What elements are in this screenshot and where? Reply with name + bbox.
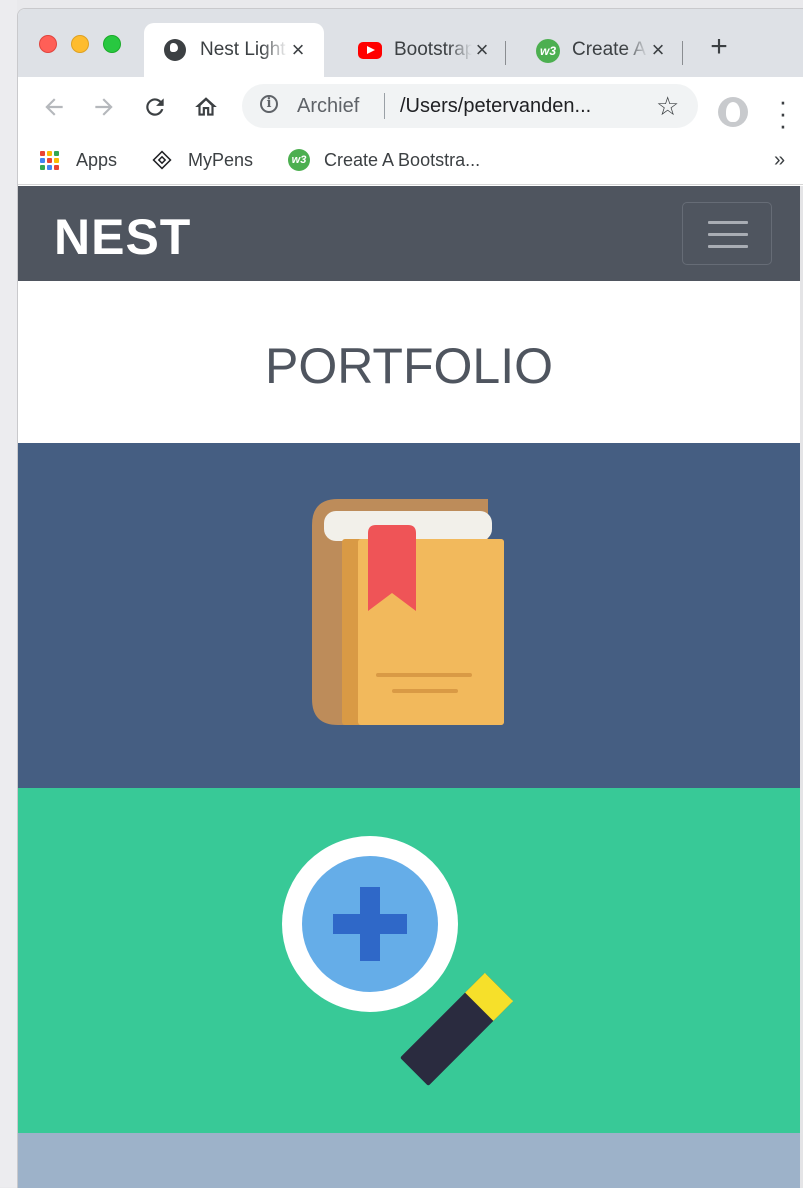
tab-nest-light[interactable]: Nest Light × (144, 23, 324, 77)
home-button[interactable] (190, 91, 222, 123)
page-title: PORTFOLIO (264, 338, 553, 394)
reload-icon (146, 98, 164, 116)
bookmark-star-icon[interactable]: ☆ (656, 91, 679, 122)
reload-button[interactable] (139, 91, 171, 123)
site-navbar: NEST (18, 186, 800, 281)
portfolio-item-zoom[interactable] (18, 788, 800, 1133)
codepen-icon (152, 149, 174, 171)
bookmark-create-a-bootstrap[interactable]: w3 Create A Bootstra... (288, 147, 480, 173)
maximize-window-button[interactable] (103, 35, 121, 53)
globe-icon (164, 39, 186, 61)
portfolio-item-book[interactable] (18, 443, 800, 788)
w3schools-icon: w3 (536, 39, 560, 63)
tab-separator (682, 41, 683, 65)
hamburger-line (708, 233, 748, 236)
bookmark-mypens[interactable]: MyPens (152, 147, 253, 173)
address-scheme-label: Archief (297, 95, 360, 117)
tab-close-icon[interactable]: × (472, 39, 492, 61)
address-bar[interactable]: i Archief /Users/petervanden... ☆ (242, 84, 698, 128)
forward-button[interactable] (88, 91, 120, 123)
apps-grid-icon (40, 149, 62, 171)
tab-close-icon[interactable]: × (648, 39, 668, 61)
tab-bootstrap[interactable]: Bootstrap × (338, 23, 508, 77)
close-window-button[interactable] (39, 35, 57, 53)
book-icon (312, 499, 504, 725)
page-viewport: NEST PORTFOLIO (18, 186, 803, 1188)
w3schools-icon: w3 (288, 149, 310, 171)
tab-title: Bootstrap (394, 39, 472, 60)
tab-separator (505, 41, 506, 65)
bookmark-apps[interactable]: Apps (40, 147, 117, 173)
youtube-icon (358, 39, 382, 61)
tab-close-icon[interactable]: × (288, 39, 308, 61)
info-icon[interactable]: i (260, 95, 278, 113)
back-button[interactable] (38, 91, 70, 123)
desktop-background (0, 0, 17, 1187)
address-separator (384, 93, 385, 119)
portfolio-item-next[interactable] (18, 1133, 800, 1188)
tab-strip: Nest Light × Bootstrap × w3 Create A × + (18, 9, 803, 77)
bookmark-label: Create A Bootstra... (324, 149, 481, 170)
portfolio-heading-section: PORTFOLIO (18, 281, 800, 443)
profile-avatar-icon[interactable] (718, 97, 748, 127)
new-tab-button[interactable]: + (706, 32, 732, 62)
tab-title: Nest Light (200, 39, 286, 60)
bookmarks-overflow-icon[interactable]: » (774, 149, 785, 172)
magnifier-plus-icon (282, 836, 514, 1086)
bookmark-label: MyPens (188, 149, 254, 170)
tab-title: Create A (572, 39, 646, 60)
bookmark-label: Apps (76, 149, 118, 170)
hamburger-line (708, 245, 748, 248)
arrow-left-icon (45, 98, 63, 116)
browser-menu-icon[interactable]: · · · (778, 88, 788, 138)
hamburger-icon (708, 221, 748, 224)
minimize-window-button[interactable] (71, 35, 89, 53)
arrow-right-icon (95, 98, 113, 116)
brand-logo[interactable]: NEST (54, 208, 191, 266)
tab-create-a[interactable]: w3 Create A × (516, 23, 684, 77)
navbar-toggler-button[interactable] (682, 202, 772, 265)
browser-window: Nest Light × Bootstrap × w3 Create A × + (17, 8, 803, 1188)
bookmarks-bar: Apps MyPens w3 Create A Bootstra... » (18, 137, 803, 185)
address-url[interactable]: /Users/petervanden... (400, 95, 640, 118)
browser-toolbar: i Archief /Users/petervanden... ☆ · · · (18, 77, 803, 138)
home-icon (195, 97, 217, 116)
